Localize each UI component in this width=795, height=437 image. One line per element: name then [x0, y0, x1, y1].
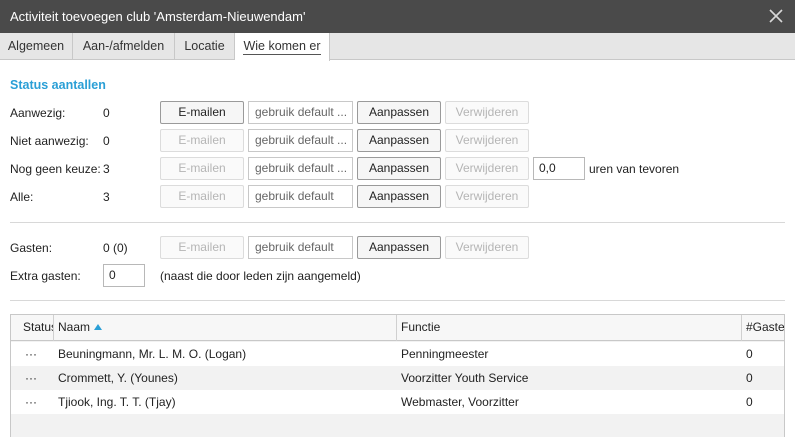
- sort-ascending-icon: [94, 324, 103, 330]
- row-naam: Crommett, Y. (Younes): [58, 371, 178, 385]
- row-gasten: 0: [746, 347, 753, 361]
- column-header-status[interactable]: Status: [19, 315, 54, 341]
- row-naam: Tjiook, Ing. T. T. (Tjay): [58, 395, 176, 409]
- table-header: Status Naam Functie #Gasten: [11, 315, 784, 341]
- adjust-button-alle[interactable]: Aanpassen: [357, 185, 441, 208]
- tab-algemeen[interactable]: Algemeen: [0, 33, 73, 60]
- extra-guests-note: (naast die door leden zijn aangemeld): [160, 269, 361, 283]
- adjust-button-nog-geen-keuze[interactable]: Aanpassen: [357, 157, 441, 180]
- table-row[interactable]: ··· Crommett, Y. (Younes) Voorzitter You…: [11, 366, 784, 390]
- email-button-niet-aanwezig: E-mailen: [160, 129, 244, 152]
- close-icon[interactable]: [769, 9, 783, 23]
- column-header-naam[interactable]: Naam: [54, 315, 397, 341]
- divider: [10, 222, 785, 223]
- row-status-menu-icon[interactable]: ···: [25, 390, 37, 414]
- section-title-status: Status aantallen: [10, 78, 106, 92]
- column-header-functie[interactable]: Functie: [397, 315, 742, 341]
- status-count-alle: 3: [103, 190, 110, 204]
- remove-button-alle: Verwijderen: [445, 185, 529, 208]
- template-select-aanwezig[interactable]: gebruik default ...: [248, 101, 353, 124]
- status-label-alle: Alle:: [10, 190, 34, 204]
- row-naam: Beuningmann, Mr. L. M. O. (Logan): [58, 347, 247, 361]
- row-functie: Webmaster, Voorzitter: [401, 395, 519, 409]
- tab-locatie[interactable]: Locatie: [175, 33, 235, 60]
- row-functie: Penningmeester: [401, 347, 489, 361]
- status-count-nog-geen-keuze: 3: [103, 162, 110, 176]
- adjust-button-guests[interactable]: Aanpassen: [357, 236, 441, 259]
- template-select-guests[interactable]: gebruik default: [248, 236, 353, 259]
- guests-label: Gasten:: [10, 241, 53, 255]
- row-status-menu-icon[interactable]: ···: [25, 366, 37, 390]
- tab-bar: Algemeen Aan-/afmelden Locatie Wie komen…: [0, 33, 795, 61]
- tab-wie-komen-er[interactable]: Wie komen er: [235, 33, 330, 61]
- row-gasten: 0: [746, 395, 753, 409]
- guests-count: 0 (0): [103, 241, 128, 255]
- template-select-alle[interactable]: gebruik default: [248, 185, 353, 208]
- status-label-nog-geen-keuze: Nog geen keuze:: [10, 162, 101, 176]
- email-button-guests: E-mailen: [160, 236, 244, 259]
- template-select-niet-aanwezig[interactable]: gebruik default ...: [248, 129, 353, 152]
- row-gasten: 0: [746, 371, 753, 385]
- status-count-niet-aanwezig: 0: [103, 134, 110, 148]
- title-bar: Activiteit toevoegen club 'Amsterdam-Nie…: [0, 0, 795, 33]
- reminder-hours-suffix: uren van tevoren: [589, 162, 680, 176]
- adjust-button-aanwezig[interactable]: Aanpassen: [357, 101, 441, 124]
- column-header-gasten[interactable]: #Gasten: [742, 315, 784, 341]
- tab-aan-afmelden[interactable]: Aan-/afmelden: [73, 33, 175, 60]
- table-row[interactable]: ··· Tjiook, Ing. T. T. (Tjay) Webmaster,…: [11, 390, 784, 414]
- status-count-aanwezig: 0: [103, 106, 110, 120]
- email-button-alle: E-mailen: [160, 185, 244, 208]
- adjust-button-niet-aanwezig[interactable]: Aanpassen: [357, 129, 441, 152]
- attendees-table: Status Naam Functie #Gasten ··· Beuningm…: [10, 314, 785, 437]
- extra-guests-input[interactable]: 0: [103, 264, 145, 287]
- divider: [10, 300, 785, 301]
- extra-guests-label: Extra gasten:: [10, 269, 81, 283]
- email-button-nog-geen-keuze: E-mailen: [160, 157, 244, 180]
- status-label-aanwezig: Aanwezig:: [10, 106, 66, 120]
- reminder-hours-input[interactable]: 0,0: [533, 157, 585, 180]
- remove-button-niet-aanwezig: Verwijderen: [445, 129, 529, 152]
- row-functie: Voorzitter Youth Service: [401, 371, 529, 385]
- template-select-nog-geen-keuze[interactable]: gebruik default ...: [248, 157, 353, 180]
- remove-button-aanwezig: Verwijderen: [445, 101, 529, 124]
- remove-button-guests: Verwijderen: [445, 236, 529, 259]
- window-title: Activiteit toevoegen club 'Amsterdam-Nie…: [10, 9, 306, 24]
- remove-button-nog-geen-keuze: Verwijderen: [445, 157, 529, 180]
- status-label-niet-aanwezig: Niet aanwezig:: [10, 134, 89, 148]
- table-row[interactable]: ··· Beuningmann, Mr. L. M. O. (Logan) Pe…: [11, 342, 784, 366]
- row-status-menu-icon[interactable]: ···: [25, 342, 37, 366]
- email-button-aanwezig[interactable]: E-mailen: [160, 101, 244, 124]
